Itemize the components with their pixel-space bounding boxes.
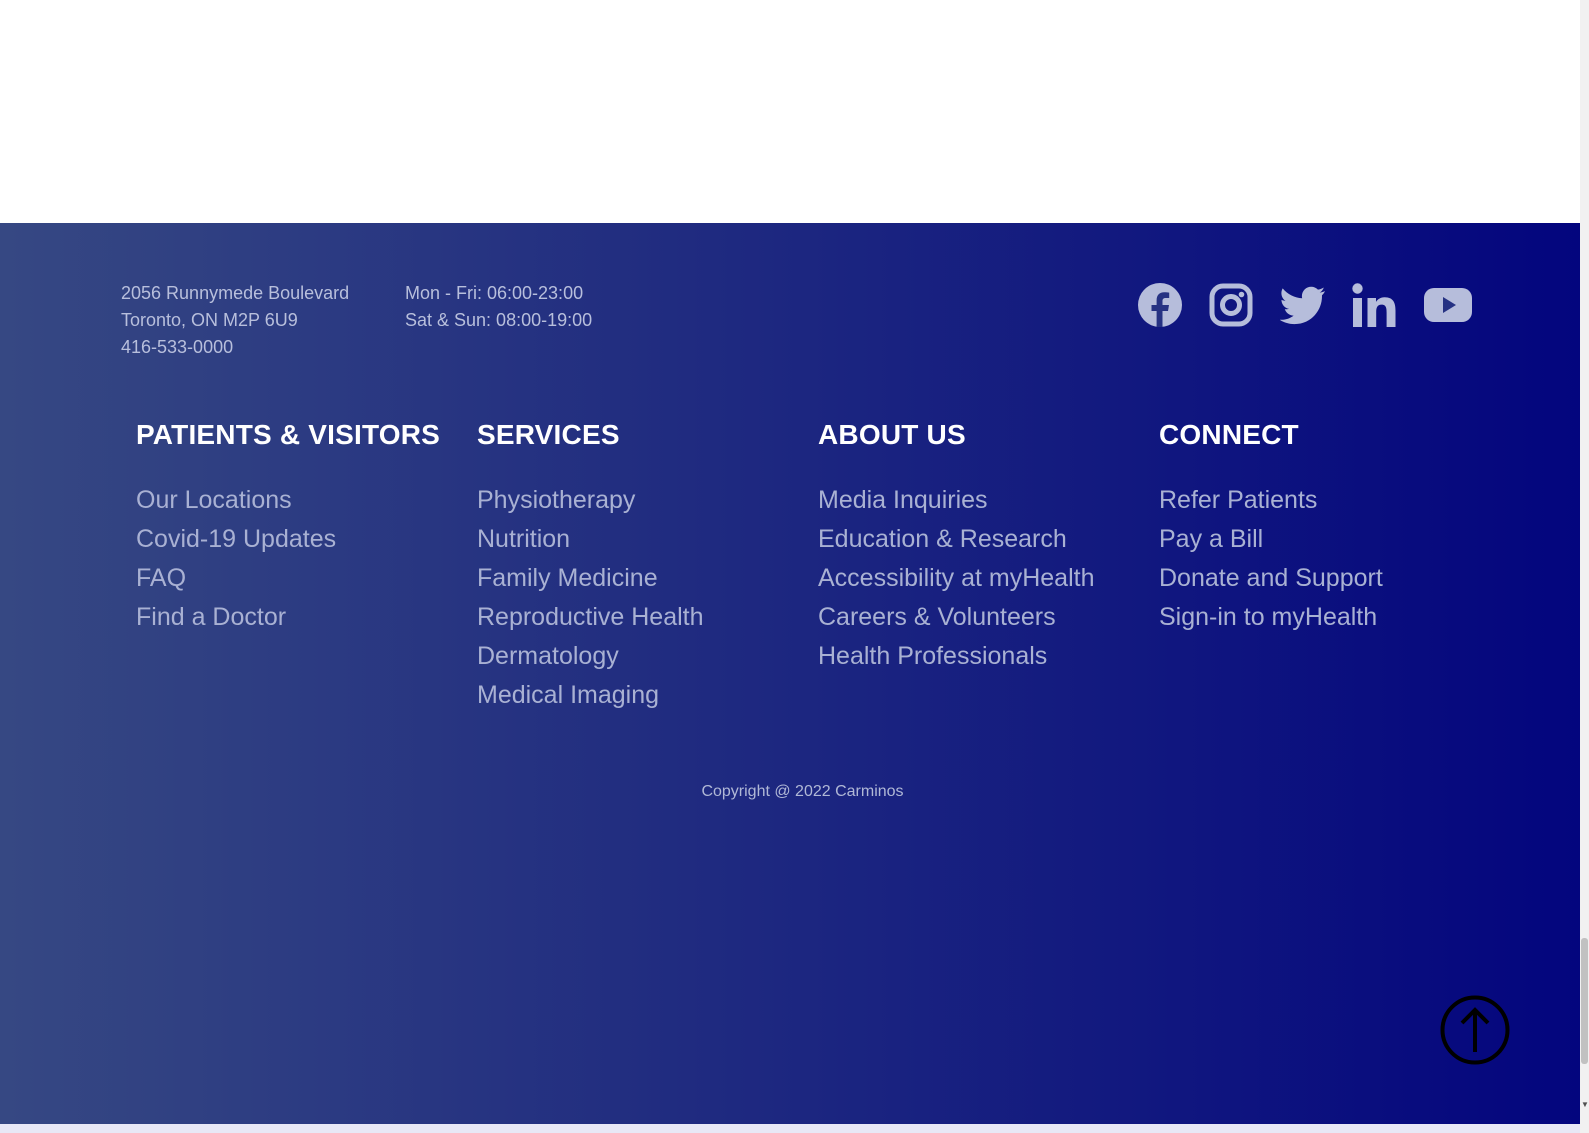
arrow-up-icon: [1440, 995, 1510, 1065]
phone-number[interactable]: 416-533-0000: [121, 334, 349, 361]
back-to-top-button[interactable]: [1440, 995, 1510, 1065]
address-city: Toronto, ON M2P 6U9: [121, 310, 298, 330]
opening-hours: Mon - Fri: 06:00-23:00 Sat & Sun: 08:00-…: [405, 280, 592, 334]
link-list: Physiotherapy Nutrition Family Medicine …: [477, 481, 704, 715]
footer-link-refer-patients[interactable]: Refer Patients: [1159, 481, 1383, 520]
column-heading: PATIENTS & VISITORS: [136, 419, 441, 450]
footer-link-careers-volunteers[interactable]: Careers & Volunteers: [818, 598, 1094, 637]
column-heading: SERVICES: [477, 419, 620, 450]
footer-column-about-us: ABOUT US Media Inquiries Education & Res…: [818, 419, 1094, 676]
column-heading: CONNECT: [1159, 419, 1299, 450]
footer-link-nutrition[interactable]: Nutrition: [477, 520, 704, 559]
linkedin-icon[interactable]: [1352, 281, 1396, 329]
hours-weekend: Sat & Sun: 08:00-19:00: [405, 310, 593, 330]
footer-link-physiotherapy[interactable]: Physiotherapy: [477, 481, 704, 520]
footer-link-health-professionals[interactable]: Health Professionals: [818, 637, 1094, 676]
hours-weekday: Mon - Fri: 06:00-23:00: [405, 283, 584, 303]
footer-link-accessibility[interactable]: Accessibility at myHealth: [818, 559, 1094, 598]
footer-link-education-research[interactable]: Education & Research: [818, 520, 1094, 559]
contact-address: 2056 Runnymede Boulevard Toronto, ON M2P…: [121, 280, 349, 361]
column-heading: ABOUT US: [818, 419, 966, 450]
copyright-text: Copyright @ 2022 Carminos: [701, 783, 904, 800]
scrollbar-thumb[interactable]: [1581, 938, 1588, 1064]
link-list: Media Inquiries Education & Research Acc…: [818, 481, 1094, 676]
link-list: Our Locations Covid-19 Updates FAQ Find …: [136, 481, 440, 637]
footer-link-find-doctor[interactable]: Find a Doctor: [136, 598, 440, 637]
footer-column-connect: CONNECT Refer Patients Pay a Bill Donate…: [1159, 419, 1383, 637]
site-footer: 2056 Runnymede Boulevard Toronto, ON M2P…: [0, 223, 1580, 1124]
address-street: 2056 Runnymede Boulevard: [121, 283, 350, 303]
footer-link-family-medicine[interactable]: Family Medicine: [477, 559, 704, 598]
footer-link-faq[interactable]: FAQ: [136, 559, 440, 598]
footer-link-sign-in-myhealth[interactable]: Sign-in to myHealth: [1159, 598, 1383, 637]
facebook-icon[interactable]: [1136, 281, 1184, 329]
footer-column-services: SERVICES Physiotherapy Nutrition Family …: [477, 419, 704, 715]
bottom-strip: [0, 1124, 1580, 1133]
footer-link-reproductive-health[interactable]: Reproductive Health: [477, 598, 704, 637]
footer-link-covid-updates[interactable]: Covid-19 Updates: [136, 520, 440, 559]
footer-link-our-locations[interactable]: Our Locations: [136, 481, 440, 520]
footer-column-patients-visitors: PATIENTS & VISITORS Our Locations Covid-…: [136, 419, 440, 637]
footer-link-donate-support[interactable]: Donate and Support: [1159, 559, 1383, 598]
footer-link-media-inquiries[interactable]: Media Inquiries: [818, 481, 1094, 520]
scroll-down-arrow-icon[interactable]: ▼: [1581, 1100, 1589, 1114]
twitter-icon[interactable]: [1280, 281, 1326, 329]
instagram-icon[interactable]: [1209, 281, 1253, 329]
link-list: Refer Patients Pay a Bill Donate and Sup…: [1159, 481, 1383, 637]
footer-link-medical-imaging[interactable]: Medical Imaging: [477, 676, 704, 715]
footer-link-dermatology[interactable]: Dermatology: [477, 637, 704, 676]
footer-link-pay-bill[interactable]: Pay a Bill: [1159, 520, 1383, 559]
page-content-area: [0, 0, 1580, 223]
youtube-icon[interactable]: [1424, 281, 1472, 329]
